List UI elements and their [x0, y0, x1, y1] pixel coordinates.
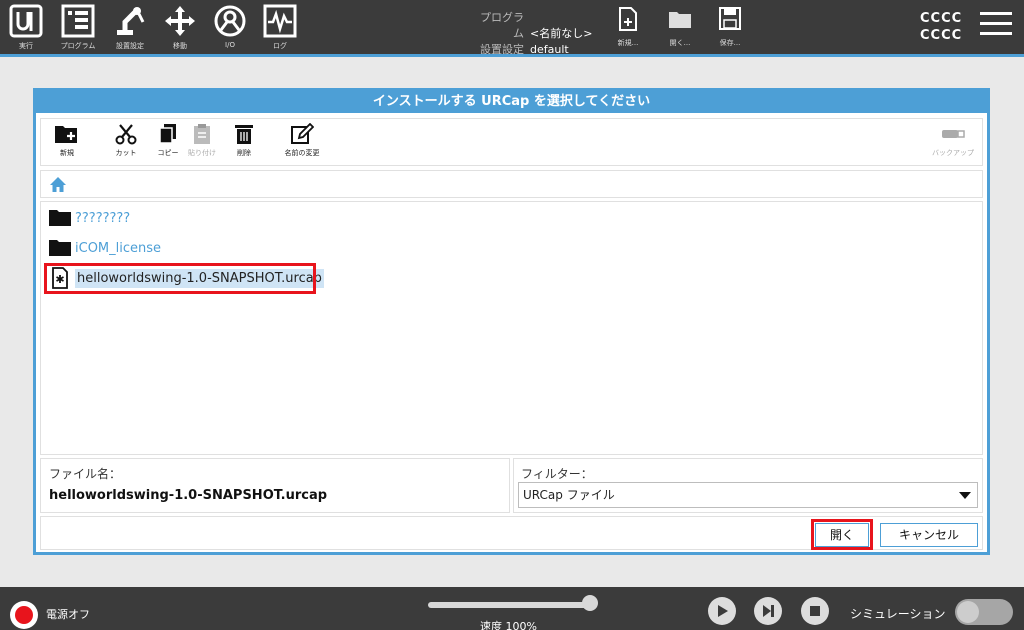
robot-name: CCCC CCCC: [920, 10, 962, 44]
delete-label: 削除: [237, 149, 251, 157]
file-toolbar: 新規 カット コピー 貼り付け 削除 名前の変更 バックアップ: [40, 118, 983, 166]
path-breadcrumb: [40, 170, 983, 198]
list-item-folder-1[interactable]: ????????: [47, 206, 130, 230]
simulation-label: シミュレーション: [850, 607, 946, 621]
program-key: プログラム: [480, 11, 524, 40]
save-program-label: 保存...: [719, 39, 741, 47]
dialog-button-row: 開く キャンセル: [40, 516, 983, 550]
paste-icon: [194, 124, 210, 144]
filename-filter-panel: ファイル名： helloworldswing-1.0-SNAPSHOT.urca…: [40, 458, 983, 513]
simulation-toggle[interactable]: [955, 599, 1013, 625]
filter-select[interactable]: URCap ファイル: [518, 482, 978, 508]
trash-icon: [235, 125, 253, 144]
copy-button[interactable]: コピー: [153, 123, 183, 158]
robot-arm-icon: [117, 7, 145, 35]
file-list: ???????? iCOM_license helloworldswing-1.…: [40, 201, 983, 455]
robot-name-line1: CCCC: [920, 11, 963, 26]
power-button[interactable]: [10, 601, 38, 629]
urcap-select-dialog: インストールする URCap を選択してください 新規 カット コピー 貼り付け…: [33, 88, 990, 555]
nav-move-label: 移動: [173, 42, 187, 50]
log-icon: [263, 4, 297, 38]
open-program-label: 開く...: [669, 39, 691, 47]
nav-run[interactable]: 実行: [4, 4, 48, 52]
cancel-button[interactable]: キャンセル: [880, 523, 978, 547]
hamburger-menu-icon[interactable]: [980, 12, 1012, 40]
usb-icon: [942, 130, 965, 138]
file-name: ????????: [75, 210, 131, 226]
list-item-folder-2[interactable]: iCOM_license: [47, 236, 161, 260]
filename-label: ファイル名：: [49, 467, 122, 481]
nav-log[interactable]: ログ: [258, 4, 302, 52]
program-icon: [61, 4, 95, 38]
filter-label: フィルター：: [521, 467, 593, 481]
home-icon[interactable]: [49, 176, 67, 193]
cut-label: カット: [115, 149, 137, 157]
speed-slider[interactable]: [428, 602, 594, 608]
nav-installation[interactable]: 設置設定: [108, 4, 152, 52]
toggle-knob: [957, 601, 979, 623]
nav-io-label: I/O: [225, 41, 235, 49]
nav-program[interactable]: プログラム: [56, 4, 100, 52]
stop-icon: [810, 606, 820, 616]
folder-icon: [49, 240, 71, 256]
nav-log-label: ログ: [273, 42, 287, 50]
filter-box: フィルター： URCap ファイル: [513, 458, 983, 513]
scissors-icon: [115, 124, 137, 145]
folder-icon: [49, 210, 71, 226]
nav-move[interactable]: 移動: [158, 4, 202, 52]
nav-io[interactable]: I/O: [208, 4, 252, 52]
open-folder-icon: [669, 12, 691, 28]
rename-label: 名前の変更: [284, 149, 320, 157]
step-button[interactable]: [754, 597, 782, 625]
ur-logo-icon: [9, 4, 43, 38]
robot-name-line2: CCCC: [920, 28, 963, 43]
move-icon: [165, 6, 195, 36]
save-program-button[interactable]: 保存...: [712, 6, 748, 48]
filename-box: ファイル名： helloworldswing-1.0-SNAPSHOT.urca…: [40, 458, 510, 513]
new-folder-label: 新規: [60, 149, 74, 157]
cut-button[interactable]: カット: [111, 123, 141, 158]
program-info: プログラム <名前なし> 設置設定 default: [470, 10, 592, 58]
speed-slider-handle[interactable]: [582, 595, 598, 611]
new-folder-icon: [55, 126, 77, 143]
stop-button[interactable]: [801, 597, 829, 625]
selection-highlight-box: [44, 263, 316, 294]
new-folder-button[interactable]: 新規: [53, 123, 81, 158]
new-program-label: 新規...: [617, 39, 639, 47]
edit-icon: [291, 123, 314, 144]
nav-program-label: プログラム: [60, 42, 96, 50]
filename-value[interactable]: helloworldswing-1.0-SNAPSHOT.urcap: [49, 488, 327, 503]
program-value: <名前なし>: [530, 27, 593, 40]
top-header: 実行 プログラム 設置設定 移動 I/O ログ プログラム <名前なし> 設置設…: [0, 0, 1024, 56]
paste-label: 貼り付け: [188, 149, 216, 157]
speed-label: 速度 100%: [480, 620, 537, 630]
delete-button[interactable]: 削除: [229, 123, 259, 158]
open-program-button[interactable]: 開く...: [662, 6, 698, 48]
paste-button[interactable]: 貼り付け: [185, 123, 219, 158]
nav-installation-label: 設置設定: [116, 42, 144, 50]
step-forward-icon: [763, 605, 774, 617]
nav-run-label: 実行: [19, 42, 33, 50]
dropdown-arrow-icon: [959, 492, 971, 499]
new-file-icon: [619, 7, 637, 31]
power-label: 電源オフ: [46, 608, 90, 621]
copy-icon: [159, 124, 176, 144]
dialog-title: インストールする URCap を選択してください: [36, 91, 987, 113]
rename-button[interactable]: 名前の変更: [277, 123, 327, 158]
filter-value: URCap ファイル: [523, 488, 615, 502]
bottom-footer: 電源オフ 速度 100% シミュレーション: [0, 587, 1024, 630]
backup-label: バックアップ: [932, 149, 974, 157]
open-button-highlight-box: [811, 519, 873, 550]
header-accent-line: [0, 54, 1024, 57]
file-name: iCOM_license: [75, 240, 162, 256]
save-icon: [719, 7, 741, 30]
io-icon: [214, 5, 246, 37]
play-button[interactable]: [708, 597, 736, 625]
play-icon: [718, 605, 728, 617]
backup-button[interactable]: バックアップ: [927, 123, 979, 158]
new-program-button[interactable]: 新規...: [610, 6, 646, 48]
copy-label: コピー: [157, 149, 179, 157]
